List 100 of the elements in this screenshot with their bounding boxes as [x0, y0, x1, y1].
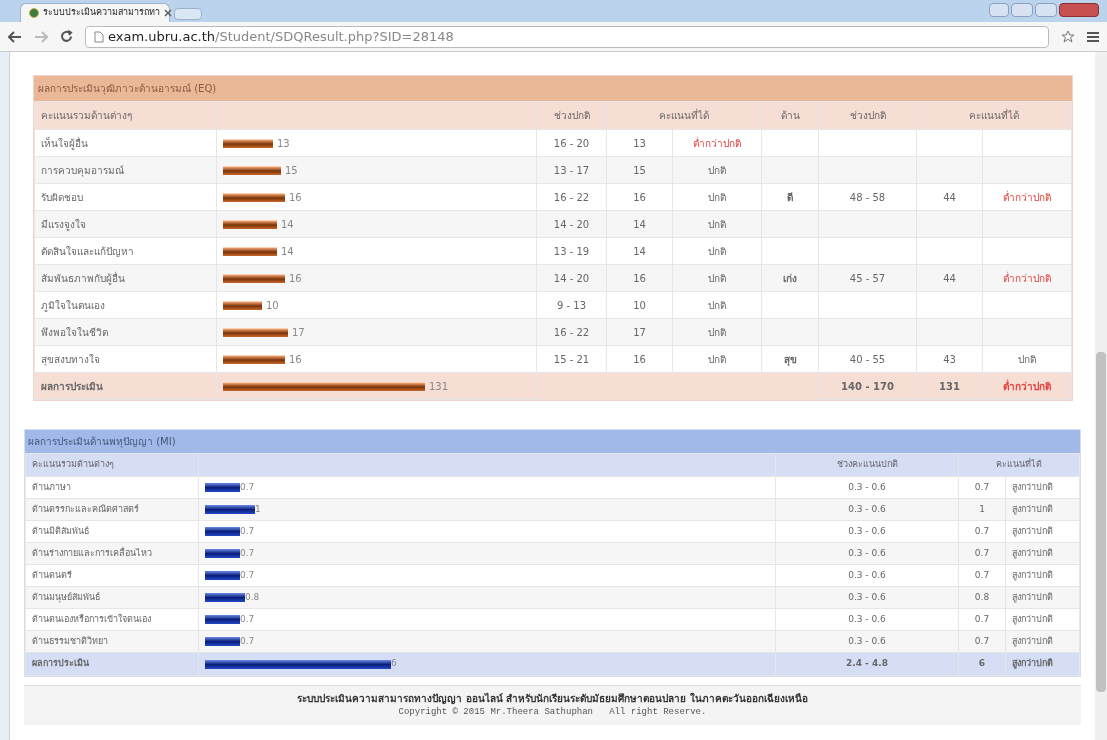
- table-cell: 13: [606, 129, 673, 157]
- score-bar: [223, 219, 277, 229]
- bar-value: 0.7: [240, 612, 255, 626]
- table-cell: 43: [916, 345, 983, 373]
- table-cell: ปกติ: [672, 264, 762, 292]
- table-cell: 0.7: [958, 564, 1006, 587]
- table-cell: ปกติ: [672, 210, 762, 238]
- table-cell: ต่ำกว่าปกติ: [672, 129, 762, 157]
- column-header: คะแนนที่ได้: [916, 101, 1072, 130]
- table-cell: รับผิดชอบ: [34, 183, 217, 211]
- table-cell: สูงกว่าปกติ: [1005, 542, 1080, 565]
- score-bar: [223, 354, 285, 364]
- table-cell: สูงกว่าปกติ: [1005, 476, 1080, 499]
- column-header: ด้าน: [761, 101, 819, 130]
- column-header: คะแนนรวมด้านต่างๆ: [34, 101, 217, 130]
- table-cell: 9 - 13: [536, 291, 607, 319]
- table-cell: สูงกว่าปกติ: [1005, 652, 1080, 676]
- bar-value: 16: [289, 353, 302, 367]
- table-cell: สูงกว่าปกติ: [1005, 498, 1080, 521]
- table-cell: 44: [916, 183, 983, 211]
- column-header: คะแนนที่ได้: [606, 101, 762, 130]
- bar-value: 0.7: [240, 546, 255, 560]
- page-icon: [94, 30, 104, 43]
- table-cell: 0.7: [958, 608, 1006, 631]
- bar-value: 0.8: [245, 590, 260, 604]
- bar-value: 17: [292, 326, 305, 340]
- table-cell: สุขสงบทางใจ: [34, 345, 217, 373]
- forward-icon[interactable]: [34, 30, 48, 43]
- table-cell: 10: [606, 291, 673, 319]
- bar-value: 0.7: [240, 480, 255, 494]
- table-cell: พึงพอใจในชีวิต: [34, 318, 217, 346]
- table-cell: ปกติ: [672, 156, 762, 184]
- table-cell: 0.3 - 0.6: [775, 586, 959, 609]
- table-cell: ด้านตนเองหรือการเข้าใจตนเอง: [25, 608, 199, 631]
- table-cell: ต่ำกว่าปกติ: [982, 264, 1072, 292]
- table-cell: สุข: [761, 345, 819, 373]
- close-icon[interactable]: [164, 9, 172, 17]
- bar-value: 1: [255, 502, 261, 516]
- table-cell: 14: [606, 210, 673, 238]
- table-cell: ปกติ: [982, 345, 1072, 373]
- table-cell: เห็นใจผู้อื่น: [34, 129, 217, 157]
- minimize-button[interactable]: [1011, 3, 1033, 17]
- table-cell: สัมพันธภาพกับผู้อื่น: [34, 264, 217, 292]
- table-cell: 1: [958, 498, 1006, 521]
- table-cell: ด้านตรรกะและคณิตศาสตร์: [25, 498, 199, 521]
- table-cell: 0.3 - 0.6: [775, 608, 959, 631]
- table-cell: 0.7: [958, 520, 1006, 543]
- table-cell: ภูมิใจในตนเอง: [34, 291, 217, 319]
- url-text: exam.ubru.ac.th/Student/SDQResult.php?SID=28148: [108, 27, 454, 46]
- reload-icon[interactable]: [60, 30, 73, 43]
- score-bar: [205, 637, 240, 646]
- table-cell: ด้านดนตรี: [25, 564, 199, 587]
- score-bar: [223, 246, 277, 256]
- score-bar: [205, 505, 255, 514]
- table-cell: สูงกว่าปกติ: [1005, 564, 1080, 587]
- scrollbar-thumb[interactable]: [1096, 352, 1106, 692]
- table-cell: 6: [958, 652, 1006, 676]
- table-cell: ด้านมนุษย์สัมพันธ์: [25, 586, 199, 609]
- table-cell: เก่ง: [761, 264, 819, 292]
- table-cell: 16: [606, 345, 673, 373]
- score-bar: [223, 273, 285, 283]
- section-header: ผลการประเมินวุฒิภาวะด้านอารมณ์ (EQ): [34, 76, 1072, 101]
- table-cell: 0.3 - 0.6: [775, 542, 959, 565]
- table-cell: 14: [606, 237, 673, 265]
- score-bar: [205, 527, 240, 536]
- star-icon[interactable]: [1061, 29, 1075, 44]
- table-cell: ปกติ: [672, 318, 762, 346]
- tab-title: ระบบประเมินความสามารถทา: [43, 6, 160, 20]
- table-cell: 13 - 19: [536, 237, 607, 265]
- address-bar[interactable]: exam.ubru.ac.th/Student/SDQResult.php?SID=28148: [85, 25, 1049, 48]
- table-cell: ด้านร่างกายและการเคลื่อนไหว: [25, 542, 199, 565]
- table-cell: 131: [916, 372, 983, 400]
- table-cell: มีแรงจูงใจ: [34, 210, 217, 238]
- table-cell: ผลการประเมิน: [34, 372, 217, 400]
- table-cell: 0.7: [958, 630, 1006, 653]
- menu-icon[interactable]: [1087, 31, 1099, 42]
- table-cell: ต่ำกว่าปกติ: [982, 183, 1072, 211]
- table-cell: สูงกว่าปกติ: [1005, 520, 1080, 543]
- browser-tab[interactable]: ระบบประเมินความสามารถทา: [20, 3, 170, 22]
- table-cell: 17: [606, 318, 673, 346]
- table-cell: สูงกว่าปกติ: [1005, 630, 1080, 653]
- score-bar: [223, 300, 262, 310]
- table-cell: 0.7: [958, 542, 1006, 565]
- table-cell: ด้านธรรมชาติวิทยา: [25, 630, 199, 653]
- close-window-button[interactable]: [1059, 3, 1099, 17]
- maximize-button[interactable]: [1035, 3, 1057, 17]
- table-cell: 16 - 20: [536, 129, 607, 157]
- table-cell: ปกติ: [672, 237, 762, 265]
- column-header: ช่วงคะแนนปกติ: [775, 453, 959, 477]
- table-cell: ต่ำกว่าปกติ: [982, 372, 1072, 400]
- table-cell: 0.7: [958, 476, 1006, 499]
- scrollbar[interactable]: [1095, 52, 1107, 740]
- bar-value: 6: [391, 657, 397, 670]
- bar-value: 0.7: [240, 634, 255, 648]
- table-cell: 14 - 20: [536, 210, 607, 238]
- score-bar: [223, 192, 285, 202]
- table-cell: 0.3 - 0.6: [775, 520, 959, 543]
- column-header: คะแนนที่ได้: [958, 453, 1080, 477]
- back-icon[interactable]: [8, 30, 22, 43]
- column-header: ช่วงปกติ: [818, 101, 917, 130]
